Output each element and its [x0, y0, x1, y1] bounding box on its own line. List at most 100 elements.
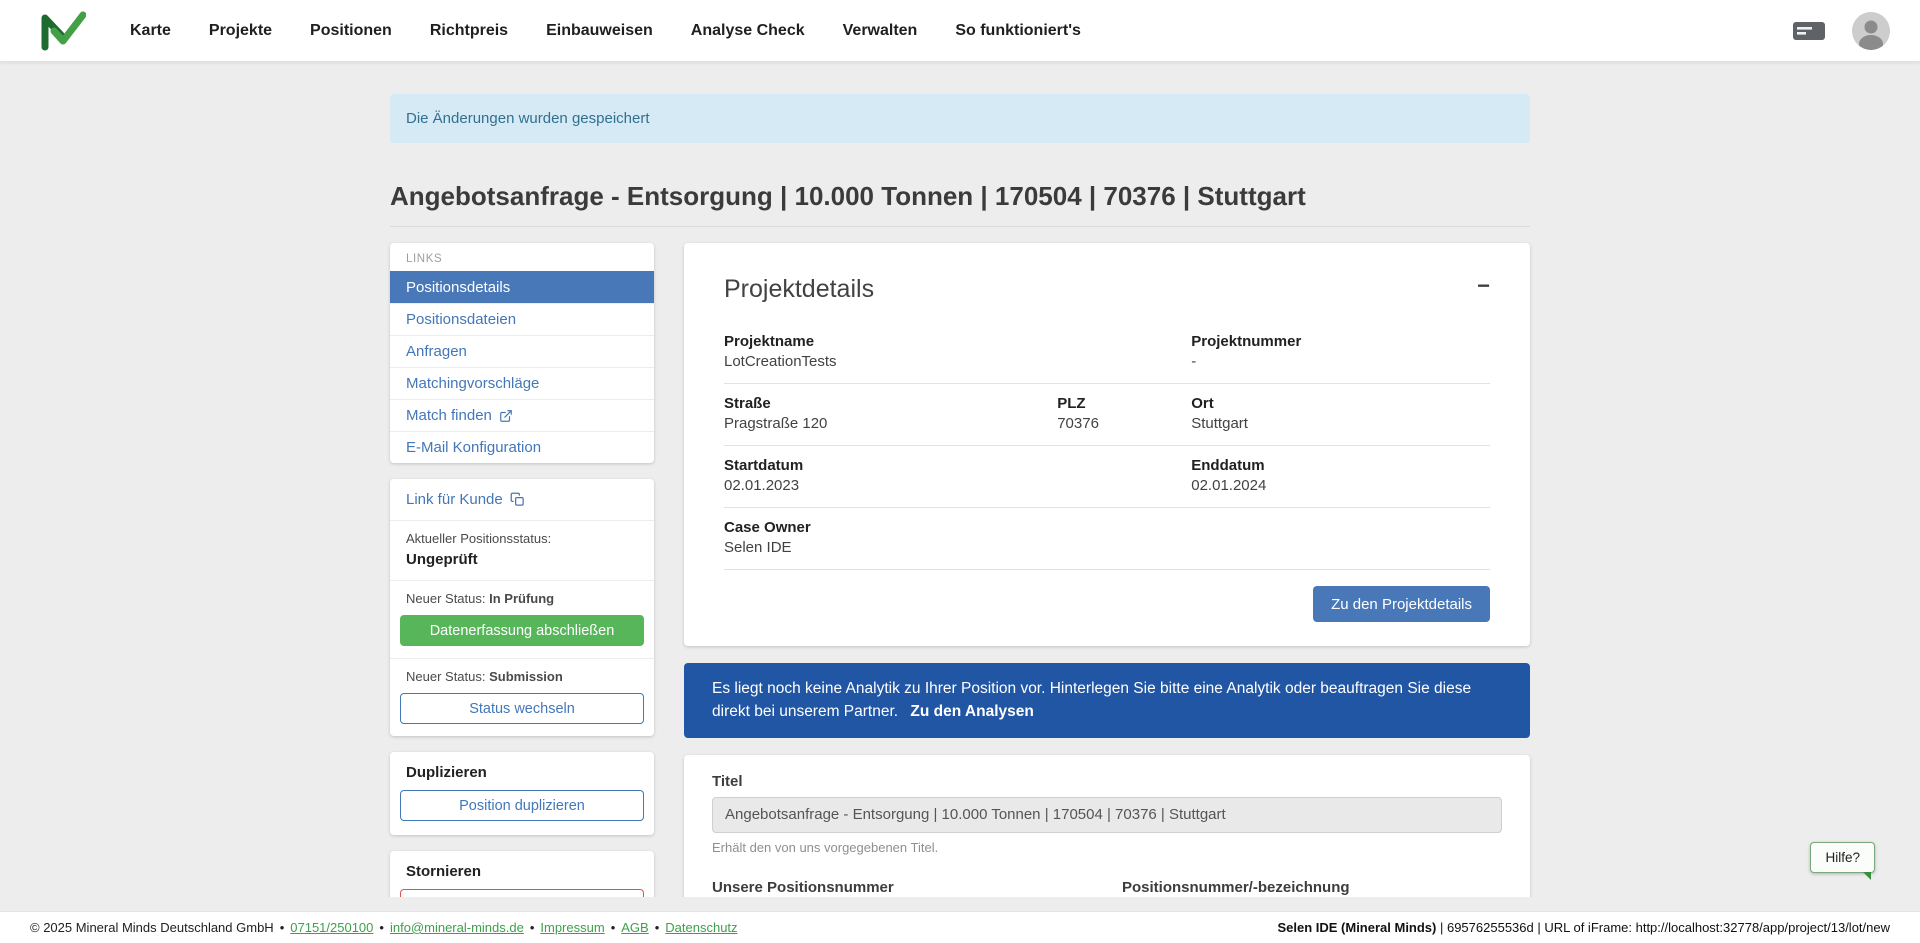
user-menu-button[interactable] — [1852, 12, 1890, 50]
project-details-card: Projektdetails − Projektname LotCreation… — [684, 243, 1530, 646]
links-header: LINKS — [390, 243, 654, 271]
next-status-value: In Prüfung — [489, 591, 554, 606]
strasse-value: Pragstraße 120 — [724, 415, 1057, 432]
footer: © 2025 Mineral Minds Deutschland GmbH • … — [0, 911, 1920, 943]
cancel-card-title: Stornieren — [400, 863, 644, 880]
help-button[interactable]: Hilfe? — [1810, 842, 1875, 873]
nav-richtpreis[interactable]: Richtpreis — [430, 22, 508, 40]
sidebar-item-label: Positionsdetails — [406, 279, 510, 296]
nav-projekte[interactable]: Projekte — [209, 22, 272, 40]
switch-status-button[interactable]: Status wechseln — [400, 693, 644, 724]
enddatum-value: 02.01.2024 — [1191, 477, 1490, 494]
sidebar-item-positionsdetails[interactable]: Positionsdetails — [390, 271, 654, 303]
complete-data-entry-button[interactable]: Datenerfassung abschließen — [400, 615, 644, 646]
external-number-field-group: Positionsnummer/-bezeichnung Z.B. Intern… — [1122, 879, 1502, 898]
project-details-title: Projektdetails — [724, 275, 874, 304]
footer-datenschutz-link[interactable]: Datenschutz — [665, 920, 737, 935]
detail-row-dates: Startdatum 02.01.2023 Enddatum 02.01.202… — [724, 446, 1490, 508]
customer-link[interactable]: Link für Kunde — [390, 479, 654, 521]
titel-help: Erhält den von uns vorgegebenen Titel. — [712, 840, 1502, 855]
sidebar-item-label: Match finden — [406, 407, 492, 424]
next-status-label: Neuer Status: — [406, 591, 486, 606]
current-status-label: Aktueller Positionsstatus: — [406, 531, 638, 546]
projektname-value: LotCreationTests — [724, 353, 1057, 370]
projektnummer-label: Projektnummer — [1191, 333, 1490, 350]
nav-so-funktionierts[interactable]: So funktioniert's — [955, 22, 1081, 40]
ort-value: Stuttgart — [1191, 415, 1490, 432]
sidebar: LINKS Positionsdetails Positionsdateien … — [390, 243, 654, 897]
next-status-section-1: Neuer Status: In Prüfung Datenerfassung … — [390, 581, 654, 659]
ext-number-label: Positionsnummer/-bezeichnung — [1122, 879, 1502, 896]
ort-label: Ort — [1191, 395, 1490, 412]
titel-input — [712, 797, 1502, 833]
main-column: Projektdetails − Projektname LotCreation… — [684, 243, 1530, 897]
sidebar-item-matchingvorschlaege[interactable]: Matchingvorschläge — [390, 367, 654, 399]
external-link-icon — [499, 409, 513, 423]
next-status-value: Submission — [489, 669, 563, 684]
sidebar-item-positionsdateien[interactable]: Positionsdateien — [390, 303, 654, 335]
sidebar-item-label: Positionsdateien — [406, 311, 516, 328]
goto-project-details-button[interactable]: Zu den Projektdetails — [1313, 586, 1490, 622]
cancel-dropdown-button[interactable]: Stornieren — [400, 889, 644, 897]
position-form-card: Titel Erhält den von uns vorgegebenen Ti… — [684, 755, 1530, 898]
sidebar-item-label: Matchingvorschläge — [406, 375, 539, 392]
mineral-minds-logo-icon — [40, 11, 86, 51]
links-card: LINKS Positionsdetails Positionsdateien … — [390, 243, 654, 463]
sidebar-item-anfragen[interactable]: Anfragen — [390, 335, 654, 367]
footer-separator: • — [655, 920, 660, 935]
posnr-label: Unsere Positionsnummer — [712, 879, 1092, 896]
goto-analyses-link[interactable]: Zu den Analysen — [910, 703, 1033, 720]
sidebar-item-label: Anfragen — [406, 343, 467, 360]
strasse-label: Straße — [724, 395, 1057, 412]
detail-row-address: Straße Pragstraße 120 PLZ 70376 Ort Stut… — [724, 384, 1490, 446]
footer-agb-link[interactable]: AGB — [621, 920, 648, 935]
nav-einbauweisen[interactable]: Einbauweisen — [546, 22, 653, 40]
customer-link-label: Link für Kunde — [406, 491, 503, 508]
cancel-card: Stornieren Stornieren — [390, 851, 654, 897]
duplicate-position-button[interactable]: Position duplizieren — [400, 790, 644, 821]
next-status-section-2: Neuer Status: Submission Status wechseln — [390, 659, 654, 736]
copy-icon — [510, 492, 525, 507]
sidebar-item-email-konfiguration[interactable]: E-Mail Konfiguration — [390, 431, 654, 463]
case-owner-label: Case Owner — [724, 519, 1057, 536]
cancel-button-label: Stornieren — [481, 897, 548, 898]
status-card: Link für Kunde Aktueller Positionsstatus… — [390, 479, 654, 736]
app-logo[interactable] — [40, 11, 86, 51]
titel-label: Titel — [712, 773, 1502, 790]
sidebar-item-match-finden[interactable]: Match finden — [390, 399, 654, 431]
footer-session-details: | 69576255536d | URL of iFrame: http://l… — [1436, 920, 1890, 935]
footer-separator: • — [611, 920, 616, 935]
footer-user: Selen IDE (Mineral Minds) — [1277, 920, 1436, 935]
nav-positionen[interactable]: Positionen — [310, 22, 392, 40]
footer-separator: • — [280, 920, 285, 935]
main-nav: Karte Projekte Positionen Richtpreis Ein… — [130, 22, 1081, 40]
card-panel-button[interactable] — [1792, 19, 1826, 43]
projektname-label: Projektname — [724, 333, 1057, 350]
nav-karte[interactable]: Karte — [130, 22, 171, 40]
footer-phone-link[interactable]: 07151/250100 — [290, 920, 373, 935]
collapse-button[interactable]: − — [1477, 275, 1490, 297]
footer-separator: • — [379, 920, 384, 935]
footer-impressum-link[interactable]: Impressum — [540, 920, 604, 935]
navbar-right — [1792, 12, 1890, 50]
next-status-label: Neuer Status: — [406, 669, 486, 684]
projektnummer-value: - — [1191, 353, 1490, 370]
enddatum-label: Enddatum — [1191, 457, 1490, 474]
duplicate-card: Duplizieren Position duplizieren — [390, 752, 654, 835]
saved-alert: Die Änderungen wurden gespeichert — [390, 94, 1530, 143]
top-navbar: Karte Projekte Positionen Richtpreis Ein… — [0, 0, 1920, 62]
current-status-value: Ungeprüft — [406, 551, 638, 568]
analytics-banner: Es liegt noch keine Analytik zu Ihrer Po… — [684, 663, 1530, 738]
position-number-field-group: Unsere Positionsnummer Erhält eine syste… — [712, 879, 1092, 898]
footer-email-link[interactable]: info@mineral-minds.de — [390, 920, 524, 935]
detail-row-name-number: Projektname LotCreationTests Projektnumm… — [724, 322, 1490, 384]
saved-alert-text: Die Änderungen wurden gespeichert — [406, 110, 650, 127]
sidebar-item-label: E-Mail Konfiguration — [406, 439, 541, 456]
current-status-section: Aktueller Positionsstatus: Ungeprüft — [390, 521, 654, 581]
detail-row-case-owner: Case Owner Selen IDE — [724, 508, 1490, 570]
case-owner-value: Selen IDE — [724, 539, 1057, 556]
footer-session-info: Selen IDE (Mineral Minds) | 69576255536d… — [1277, 920, 1890, 935]
nav-verwalten[interactable]: Verwalten — [843, 22, 918, 40]
analytics-banner-text: Es liegt noch keine Analytik zu Ihrer Po… — [712, 680, 1471, 720]
nav-analyse-check[interactable]: Analyse Check — [691, 22, 805, 40]
